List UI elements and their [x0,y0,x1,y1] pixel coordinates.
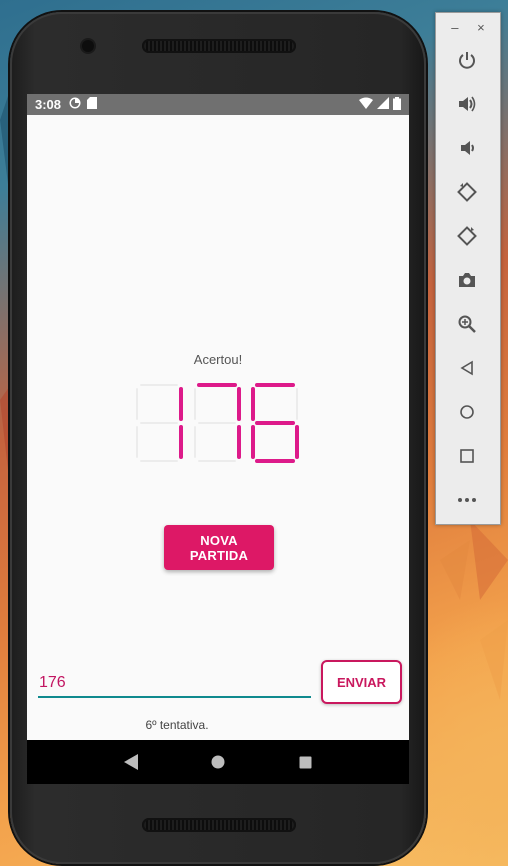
signal-icon [377,97,389,112]
power-icon[interactable] [453,46,481,74]
battery-icon [393,96,401,113]
phone-frame: 3:08 Acertou! NOVA PARTIDA 176 ENVIAR 6º… [10,12,426,864]
home-icon[interactable] [453,398,481,426]
zoom-icon[interactable] [453,310,481,338]
volume-down-icon[interactable] [453,134,481,162]
new-game-button[interactable]: NOVA PARTIDA [164,525,274,570]
app-content: Acertou! NOVA PARTIDA ENVIAR 6º tentativ… [27,115,409,732]
attempt-counter: 6º tentativa. [145,718,209,732]
sd-card-icon [87,97,98,112]
back-icon[interactable] [453,354,481,382]
digit-3 [251,383,299,463]
rotate-right-icon[interactable] [453,222,481,250]
bottom-speaker [142,818,296,832]
status-time: 3:08 [35,97,62,112]
send-button[interactable]: ENVIAR [321,660,402,704]
minimize-button[interactable]: – [451,20,458,35]
more-icon[interactable] [453,486,481,514]
guess-input[interactable] [38,670,311,698]
top-speaker [142,39,296,53]
back-icon[interactable] [120,751,142,773]
digit-1 [136,384,183,462]
seven-segment-display [136,383,299,463]
overview-icon[interactable] [453,442,481,470]
rotate-left-icon[interactable] [453,178,481,206]
front-camera [82,40,94,52]
result-message: Acertou! [193,352,243,367]
app-notification-icon [69,97,81,112]
emulator-toolbar: – × [435,12,501,525]
volume-up-icon[interactable] [453,90,481,118]
digit-2 [194,383,241,462]
wifi-icon [359,97,373,112]
camera-icon[interactable] [453,266,481,294]
close-button[interactable]: × [477,20,485,35]
android-nav-bar [27,740,409,784]
home-icon[interactable] [207,751,229,773]
device-screen: 3:08 Acertou! NOVA PARTIDA 176 ENVIAR 6º… [27,94,409,784]
recents-icon[interactable] [294,751,316,773]
status-bar: 3:08 [27,94,409,115]
